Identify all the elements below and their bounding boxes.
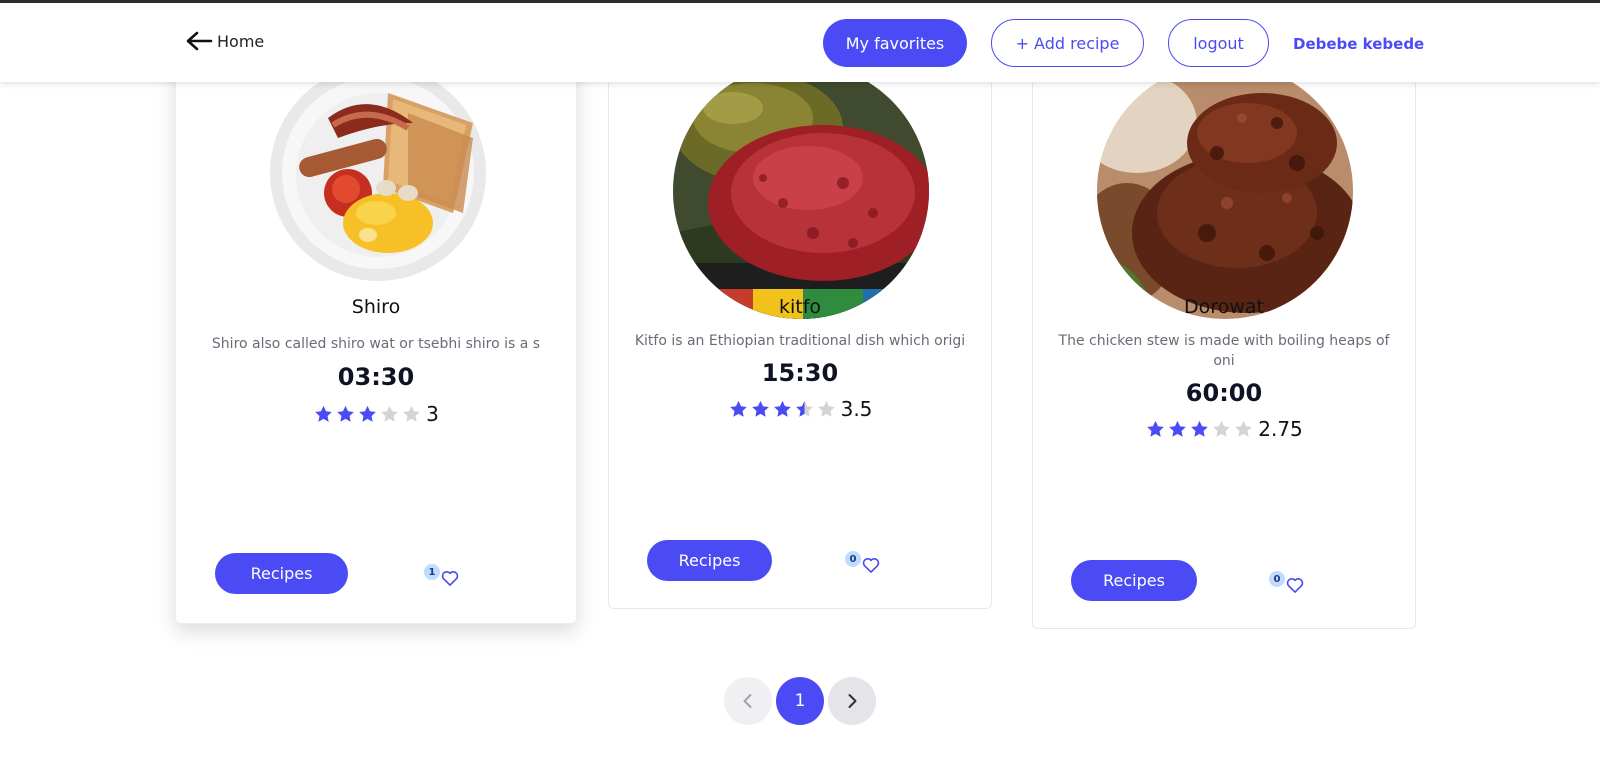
- stars-container: [313, 404, 422, 425]
- pagination: 1: [724, 677, 876, 725]
- recipe-description: The chicken stew is made with boiling he…: [1058, 333, 1390, 369]
- chevron-right-icon: [848, 694, 857, 708]
- recipe-description: Shiro also called shiro wat or tsebhi sh…: [211, 336, 541, 352]
- star-icon: [751, 400, 769, 417]
- star-rating: 3.5: [609, 397, 991, 421]
- my-favorites-button[interactable]: My favorites: [823, 19, 967, 67]
- page-number-button[interactable]: 1: [776, 677, 824, 725]
- recipe-image: [268, 63, 488, 283]
- arrow-left-icon: [186, 31, 213, 51]
- star-icon: [1169, 420, 1187, 437]
- heart-icon: [441, 570, 459, 586]
- star-icon: [795, 400, 813, 417]
- star-icon: [1235, 420, 1253, 437]
- star-rating: 3: [176, 402, 576, 426]
- star-icon: [729, 400, 747, 417]
- star-icon: [773, 400, 791, 417]
- recipe-title: kitfo: [778, 296, 822, 318]
- star-icon: [403, 405, 420, 422]
- chevron-left-icon: [743, 694, 752, 708]
- star-icon: [1191, 420, 1209, 437]
- star-icon: [1147, 420, 1165, 437]
- recipe-time: 60:00: [1185, 379, 1263, 407]
- rating-value: 3: [426, 402, 439, 426]
- home-link[interactable]: Home: [185, 31, 264, 51]
- recipe-card: Dorowat The chicken stew is made with bo…: [1032, 40, 1416, 629]
- star-icon: [337, 405, 354, 422]
- recipe-image: [673, 63, 929, 319]
- stars-container: [728, 399, 837, 420]
- star-rating: 2.75: [1033, 417, 1415, 441]
- add-recipe-button[interactable]: + Add recipe: [991, 19, 1144, 67]
- stars-container: [1145, 419, 1254, 440]
- star-icon: [359, 405, 376, 422]
- recipes-button[interactable]: Recipes: [215, 553, 348, 594]
- favorite-toggle[interactable]: 0: [845, 551, 881, 575]
- recipe-time: 15:30: [761, 359, 839, 387]
- favorite-toggle[interactable]: 0: [1269, 571, 1305, 595]
- favorites-count-badge: 0: [1269, 571, 1285, 587]
- header: Home My favorites + Add recipe logout De…: [0, 3, 1600, 82]
- rating-value: 2.75: [1258, 417, 1303, 441]
- rating-value: 3.5: [840, 397, 873, 421]
- home-label: Home: [217, 31, 265, 51]
- recipes-button[interactable]: Recipes: [647, 540, 772, 581]
- favorites-count-badge: 1: [424, 564, 440, 580]
- previous-page-button[interactable]: [724, 677, 772, 725]
- recipe-card: kitfo Kitfo is an Ethiopian traditional …: [608, 40, 992, 609]
- recipe-title: Shiro: [351, 296, 401, 318]
- star-icon: [381, 405, 398, 422]
- recipe-title: Dorowat: [1184, 296, 1264, 318]
- favorite-toggle[interactable]: 1: [424, 564, 460, 588]
- top-border: [0, 0, 1600, 3]
- recipe-image: [1097, 63, 1353, 319]
- recipe-time: 03:30: [337, 363, 415, 391]
- star-icon: [1213, 420, 1231, 437]
- next-page-button[interactable]: [828, 677, 876, 725]
- star-icon: [315, 405, 332, 422]
- recipe-description: Kitfo is an Ethiopian traditional dish w…: [634, 333, 966, 349]
- user-name-link[interactable]: Debebe kebede: [1293, 35, 1424, 53]
- star-icon: [817, 400, 835, 417]
- favorites-count-badge: 0: [845, 551, 861, 567]
- recipe-card: Shiro Shiro also called shiro wat or tse…: [175, 40, 577, 624]
- heart-icon: [1286, 577, 1304, 593]
- heart-icon: [862, 557, 880, 573]
- logout-button[interactable]: logout: [1168, 19, 1269, 67]
- recipes-button[interactable]: Recipes: [1071, 560, 1197, 601]
